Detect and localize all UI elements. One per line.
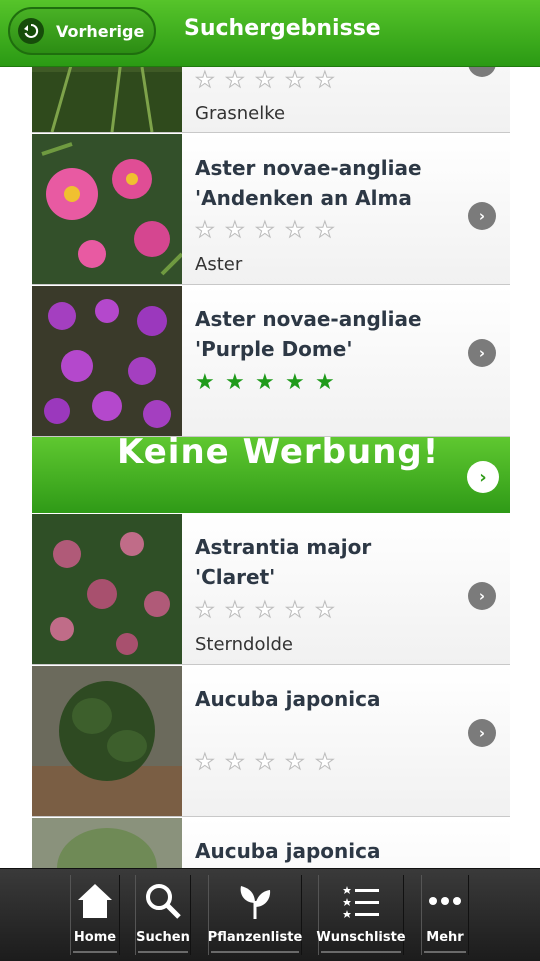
star-icon: ★ [225, 68, 246, 93]
star-icon: ★ [255, 598, 276, 623]
result-row[interactable]: Aucuba japonica ★ ★ ★ ★ ★ › [32, 666, 510, 817]
star-icon: ★ [195, 218, 216, 243]
tab-more[interactable]: Mehr [421, 875, 469, 955]
chevron-right-icon[interactable]: › [468, 339, 496, 367]
star-icon: ★ [255, 68, 276, 93]
common-name: Aster [195, 254, 243, 275]
rating-stars: ★ ★ ★ ★ ★ [195, 372, 345, 394]
star-icon: ★ [315, 68, 336, 93]
back-button-label: Vorherige [56, 21, 145, 41]
common-name: Sterndolde [195, 634, 293, 655]
star-icon: ★ [225, 750, 246, 775]
star-icon: ★ [225, 370, 245, 395]
rating-stars: ★ ★ ★ ★ ★ [195, 750, 345, 775]
star-icon: ★ [195, 750, 216, 775]
star-icon: ★ [285, 68, 306, 93]
plant-thumbnail [32, 134, 182, 284]
no-ads-label: Keine Werbung! [117, 432, 440, 472]
star-icon: ★ [315, 750, 336, 775]
plant-thumbnail [32, 666, 182, 816]
result-row[interactable]: Aucuba japonica [32, 818, 510, 870]
star-icon: ★ [195, 598, 216, 623]
result-row[interactable]: Astrantia major 'Claret' ★ ★ ★ ★ ★ Sterndold… [32, 514, 510, 665]
star-icon: ★ [285, 750, 306, 775]
star-icon: ★ [255, 218, 276, 243]
back-button[interactable]: Vorherige [8, 7, 156, 55]
rating-stars: ★ ★ ★ ★ ★ [195, 598, 345, 623]
plant-name: Aucuba japonica [195, 687, 381, 711]
star-icon: ★ [255, 750, 276, 775]
tab-label: Mehr [426, 930, 464, 945]
star-icon: ★ [255, 370, 275, 395]
tab-plant-list[interactable]: Pflanzenliste [208, 875, 302, 955]
plant-name: Astrantia major 'Claret' [195, 535, 372, 589]
results-list[interactable]: ★ ★ ★ ★ ★ Grasnelke › Aster novae-angliae 'A… [32, 0, 510, 870]
star-icon: ★ [315, 370, 335, 395]
more-icon [429, 897, 461, 905]
bottom-tab-bar: Home Suchen Pflanzenliste Wunschliste Me… [0, 868, 540, 961]
chevron-right-icon[interactable]: › [468, 202, 496, 230]
plant-name: Aster novae-angliae 'Andenken an Alma [195, 156, 422, 210]
star-icon: ★ [315, 598, 336, 623]
chevron-right-icon[interactable]: › [468, 582, 496, 610]
chevron-right-icon[interactable]: › [467, 461, 499, 493]
search-icon [146, 884, 181, 919]
star-icon: ★ [225, 218, 246, 243]
star-icon: ★ [225, 598, 246, 623]
star-icon: ★ [285, 598, 306, 623]
tab-label: Home [73, 930, 117, 945]
tab-home[interactable]: Home [70, 875, 120, 955]
star-icon: ★ [195, 370, 215, 395]
tab-wishlist[interactable]: Wunschliste [316, 875, 406, 955]
tab-search[interactable]: Suchen [135, 875, 191, 955]
plant-thumbnail [32, 818, 182, 870]
star-icon: ★ [285, 370, 305, 395]
plant-thumbnail [32, 514, 182, 664]
star-icon: ★ [315, 218, 336, 243]
rating-stars: ★ ★ ★ ★ ★ [195, 218, 345, 243]
tab-label: Suchen [136, 930, 190, 945]
result-row[interactable]: Aster novae-angliae 'Andenken an Alma ★ ★… [32, 134, 510, 285]
home-icon [78, 884, 112, 918]
rating-stars: ★ ★ ★ ★ ★ [195, 68, 345, 93]
plant-thumbnail [32, 286, 182, 436]
back-arrow-icon [18, 18, 44, 44]
tab-label: Pflanzenliste [207, 930, 303, 945]
star-icon: ★ [285, 218, 306, 243]
chevron-right-icon[interactable]: › [468, 719, 496, 747]
no-ads-banner[interactable]: Keine Werbung! › [32, 432, 510, 513]
plant-name: Aster novae-angliae 'Purple Dome' [195, 307, 422, 361]
app-header: Vorherige Suchergebnisse [0, 0, 540, 67]
wishlist-icon [343, 886, 379, 918]
page-title: Suchergebnisse [184, 16, 381, 41]
tab-label: Wunschliste [316, 930, 406, 945]
result-row[interactable]: Aster novae-angliae 'Purple Dome' ★ ★ ★ ★ ★ … [32, 286, 510, 437]
plant-icon [240, 886, 271, 919]
plant-name: Aucuba japonica [195, 839, 381, 863]
star-icon: ★ [195, 68, 216, 93]
common-name: Grasnelke [195, 103, 286, 124]
